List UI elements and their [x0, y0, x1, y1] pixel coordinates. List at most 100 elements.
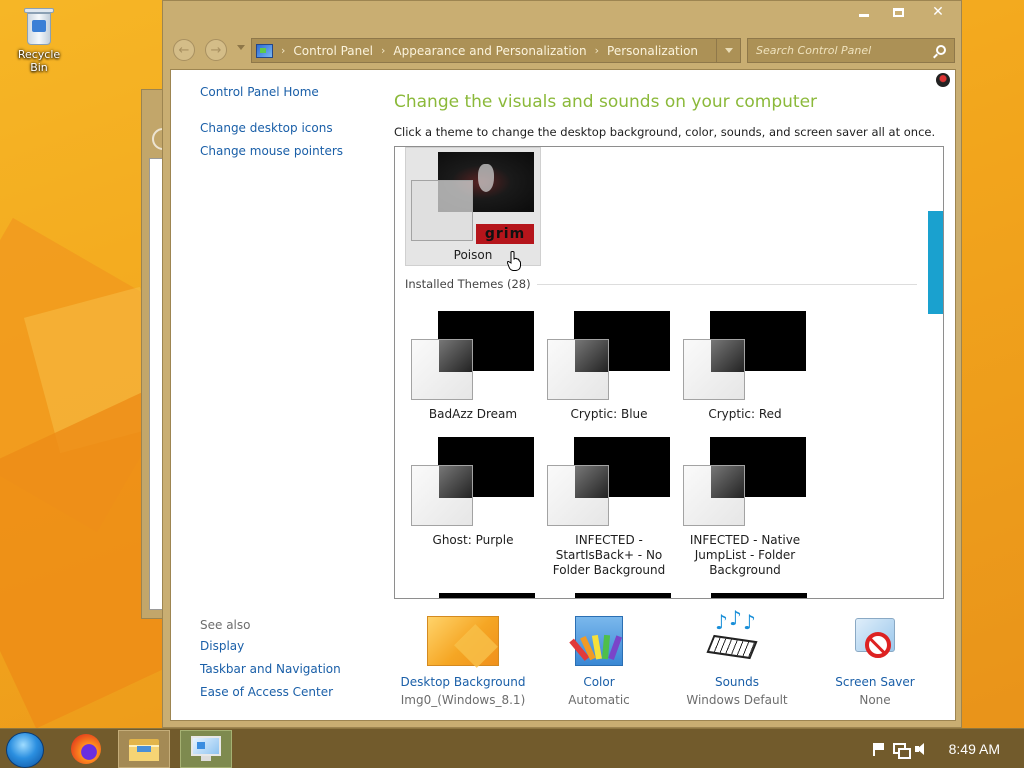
recent-pages-dropdown[interactable] [237, 45, 245, 50]
theme-preview: grim [408, 152, 538, 244]
change-desktop-icons-link[interactable]: Change desktop icons [200, 120, 370, 137]
back-button[interactable]: ← [173, 39, 195, 61]
theme-name: INFECTED - StartIsBack+ - No Folder Back… [552, 533, 666, 577]
personalization-window: ✕ ← → › Control Panel › Appearance and P… [162, 0, 962, 728]
taskbar-navigation-link[interactable]: Taskbar and Navigation [200, 661, 370, 678]
control-panel-icon [256, 43, 273, 58]
ease-of-access-link[interactable]: Ease of Access Center [200, 684, 370, 701]
desktop-background-title[interactable]: Desktop Background [395, 674, 531, 690]
theme-preview [408, 437, 538, 529]
theme-tile[interactable]: Cryptic: Red [677, 311, 813, 422]
theme-tile[interactable]: INFECTED - StartIsBack+ - No Folder Back… [541, 437, 677, 578]
theme-tile[interactable]: BadAzz Dream [405, 311, 541, 422]
installed-themes-label: Installed Themes (28) [405, 277, 531, 291]
desktop-background-item[interactable]: Desktop Background Img0_(Windows_8.1) [395, 616, 531, 710]
network-button[interactable] [889, 729, 911, 768]
caption-buttons: ✕ [847, 1, 961, 23]
arrow-right-icon: → [210, 42, 222, 58]
screen-saver-value: None [859, 693, 891, 707]
navigation-bar: ← → › Control Panel › Appearance and Per… [173, 38, 955, 63]
theme-tile[interactable]: Cryptic: Blue [541, 311, 677, 422]
theme-name: Cryptic: Red [708, 407, 782, 421]
theme-tile-selected[interactable]: grim Poison [405, 147, 541, 271]
flag-icon [872, 743, 884, 756]
theme-badge: grim [476, 224, 534, 244]
close-icon: ✕ [932, 4, 944, 20]
page-subtitle: Click a theme to change the desktop back… [394, 125, 936, 139]
color-title[interactable]: Color [531, 674, 667, 690]
wallpaper-icon [427, 616, 499, 666]
forward-button[interactable]: → [205, 39, 227, 61]
left-navigation: Control Panel Home Change desktop icons … [200, 84, 370, 160]
recycle-bin-label: Recycle Bin [17, 48, 61, 74]
sounds-item[interactable]: ♪ ♪ ♪ Sounds Windows Default [669, 606, 805, 710]
folder-icon [129, 737, 159, 761]
installed-themes-header: Installed Themes (28) [405, 277, 917, 291]
firefox-taskbar-button[interactable] [60, 730, 112, 768]
theme-list-scrollbar[interactable] [928, 147, 943, 598]
page-title: Change the visuals and sounds on your co… [394, 92, 818, 112]
start-button[interactable] [6, 732, 44, 768]
arrow-left-icon: ← [178, 42, 190, 58]
sounds-icon: ♪ ♪ ♪ [701, 606, 773, 666]
search-icon[interactable] [936, 45, 946, 55]
see-also-section: See also Display Taskbar and Navigation … [200, 618, 370, 707]
maximize-icon [892, 7, 904, 17]
breadcrumb-control-panel[interactable]: Control Panel [293, 44, 373, 58]
color-icon [569, 616, 623, 666]
recycle-bin-shortcut[interactable]: Recycle Bin [8, 6, 70, 74]
theme-preview [544, 437, 674, 529]
theme-list: grim Poison Installed Themes (28) BadAzz… [394, 146, 944, 599]
clock[interactable]: 8:49 AM [949, 741, 1000, 757]
taskbar: 8:49 AM [0, 728, 1024, 768]
breadcrumb-personalization[interactable]: Personalization [607, 44, 698, 58]
screensaver-icon [851, 616, 899, 666]
theme-preview [544, 311, 674, 403]
search-box [747, 38, 955, 63]
theme-name: BadAzz Dream [428, 407, 518, 421]
user-icon[interactable] [936, 73, 950, 87]
address-bar[interactable]: › Control Panel › Appearance and Persona… [251, 38, 741, 63]
hand-cursor-icon [507, 251, 521, 271]
theme-preview-partial [711, 593, 807, 598]
theme-name: Ghost: Purple [432, 533, 514, 547]
refresh-button[interactable] [719, 38, 743, 63]
theme-preview [680, 311, 810, 403]
action-center-button[interactable] [867, 729, 889, 768]
theme-settings-bar: Desktop Background Img0_(Windows_8.1) Co… [395, 606, 955, 716]
control-panel-taskbar-button[interactable] [180, 730, 232, 768]
file-explorer-taskbar-button[interactable] [118, 730, 170, 768]
theme-preview [680, 437, 810, 529]
desktop-background-value: Img0_(Windows_8.1) [400, 693, 526, 707]
control-panel-home-link[interactable]: Control Panel Home [200, 84, 370, 101]
screen-saver-item[interactable]: Screen Saver None [807, 616, 943, 710]
system-tray: 8:49 AM [867, 729, 1024, 768]
theme-preview-partial [439, 593, 535, 598]
theme-preview-partial [575, 593, 671, 598]
maximize-button[interactable] [881, 1, 915, 23]
close-button[interactable]: ✕ [915, 1, 961, 23]
speaker-icon [914, 743, 929, 755]
display-link[interactable]: Display [200, 638, 370, 655]
color-item[interactable]: Color Automatic [531, 616, 667, 710]
screen-saver-title[interactable]: Screen Saver [807, 674, 943, 690]
theme-preview [408, 311, 538, 403]
see-also-header: See also [200, 618, 251, 632]
theme-tile[interactable]: INFECTED - Native JumpList - Folder Back… [677, 437, 813, 578]
change-mouse-pointers-link[interactable]: Change mouse pointers [200, 143, 370, 160]
color-value: Automatic [568, 693, 630, 707]
volume-button[interactable] [911, 729, 933, 768]
sounds-value: Windows Default [686, 693, 788, 707]
firefox-icon [71, 734, 101, 764]
breadcrumb-appearance[interactable]: Appearance and Personalization [393, 44, 586, 58]
minimize-icon [859, 13, 869, 17]
network-icon [892, 743, 911, 759]
minimize-button[interactable] [847, 1, 881, 23]
sounds-title[interactable]: Sounds [669, 674, 805, 690]
theme-name: Cryptic: Blue [570, 407, 648, 421]
control-panel-icon [191, 736, 221, 762]
content-pane: Control Panel Home Change desktop icons … [170, 69, 956, 721]
scrollbar-thumb[interactable] [928, 211, 943, 314]
theme-tile[interactable]: Ghost: Purple [405, 437, 541, 548]
search-input[interactable] [756, 44, 926, 57]
